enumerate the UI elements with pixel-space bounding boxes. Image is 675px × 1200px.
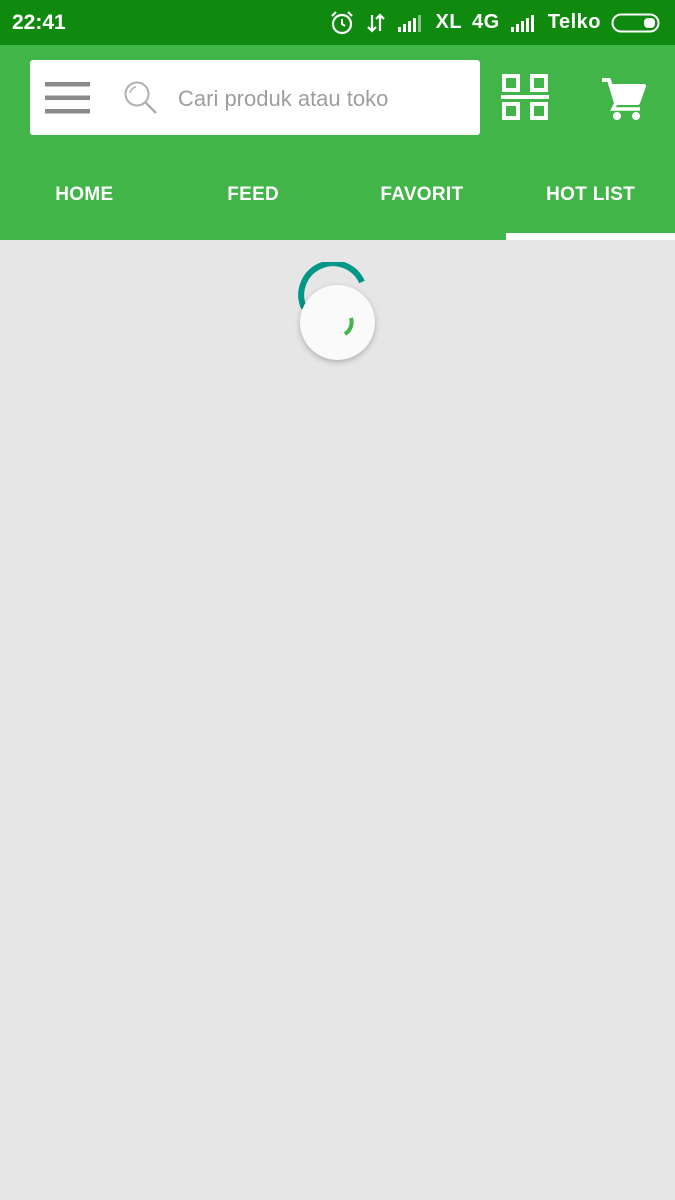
tab-favorit[interactable]: FAVORIT bbox=[338, 150, 507, 240]
tab-home[interactable]: HOME bbox=[0, 150, 169, 240]
network-type-label: 4G bbox=[472, 11, 500, 33]
data-transfer-icon bbox=[367, 12, 386, 33]
tab-label: FAVORIT bbox=[380, 184, 464, 205]
signal-icon bbox=[398, 14, 422, 32]
search-box[interactable] bbox=[30, 60, 480, 135]
status-icons: XL 4G Telko bbox=[329, 10, 663, 36]
signal-icon bbox=[510, 14, 534, 32]
qr-code-icon[interactable] bbox=[501, 73, 549, 121]
cart-icon[interactable] bbox=[600, 75, 646, 121]
app-bar: HOME FEED FAVORIT HOT LIST bbox=[0, 45, 675, 240]
status-time: 22:41 bbox=[12, 10, 66, 34]
search-input[interactable] bbox=[176, 76, 470, 122]
carrier-1-label: XL bbox=[435, 11, 463, 33]
spinner-icon bbox=[343, 317, 354, 336]
status-bar: 22:41 XL 4G Telko bbox=[0, 0, 675, 45]
tab-label: FEED bbox=[227, 184, 280, 205]
alarm-icon bbox=[331, 10, 354, 34]
search-icon bbox=[124, 81, 157, 114]
carrier-2-label: Telko bbox=[547, 11, 601, 33]
menu-icon[interactable] bbox=[45, 82, 90, 114]
tab-hot-list[interactable]: HOT LIST bbox=[506, 150, 675, 240]
battery-icon bbox=[611, 13, 660, 32]
tab-label: HOT LIST bbox=[546, 184, 636, 205]
loading-spinner bbox=[300, 285, 375, 360]
tab-label: HOME bbox=[55, 184, 114, 205]
tab-feed[interactable]: FEED bbox=[169, 150, 338, 240]
tab-bar: HOME FEED FAVORIT HOT LIST bbox=[0, 150, 675, 240]
